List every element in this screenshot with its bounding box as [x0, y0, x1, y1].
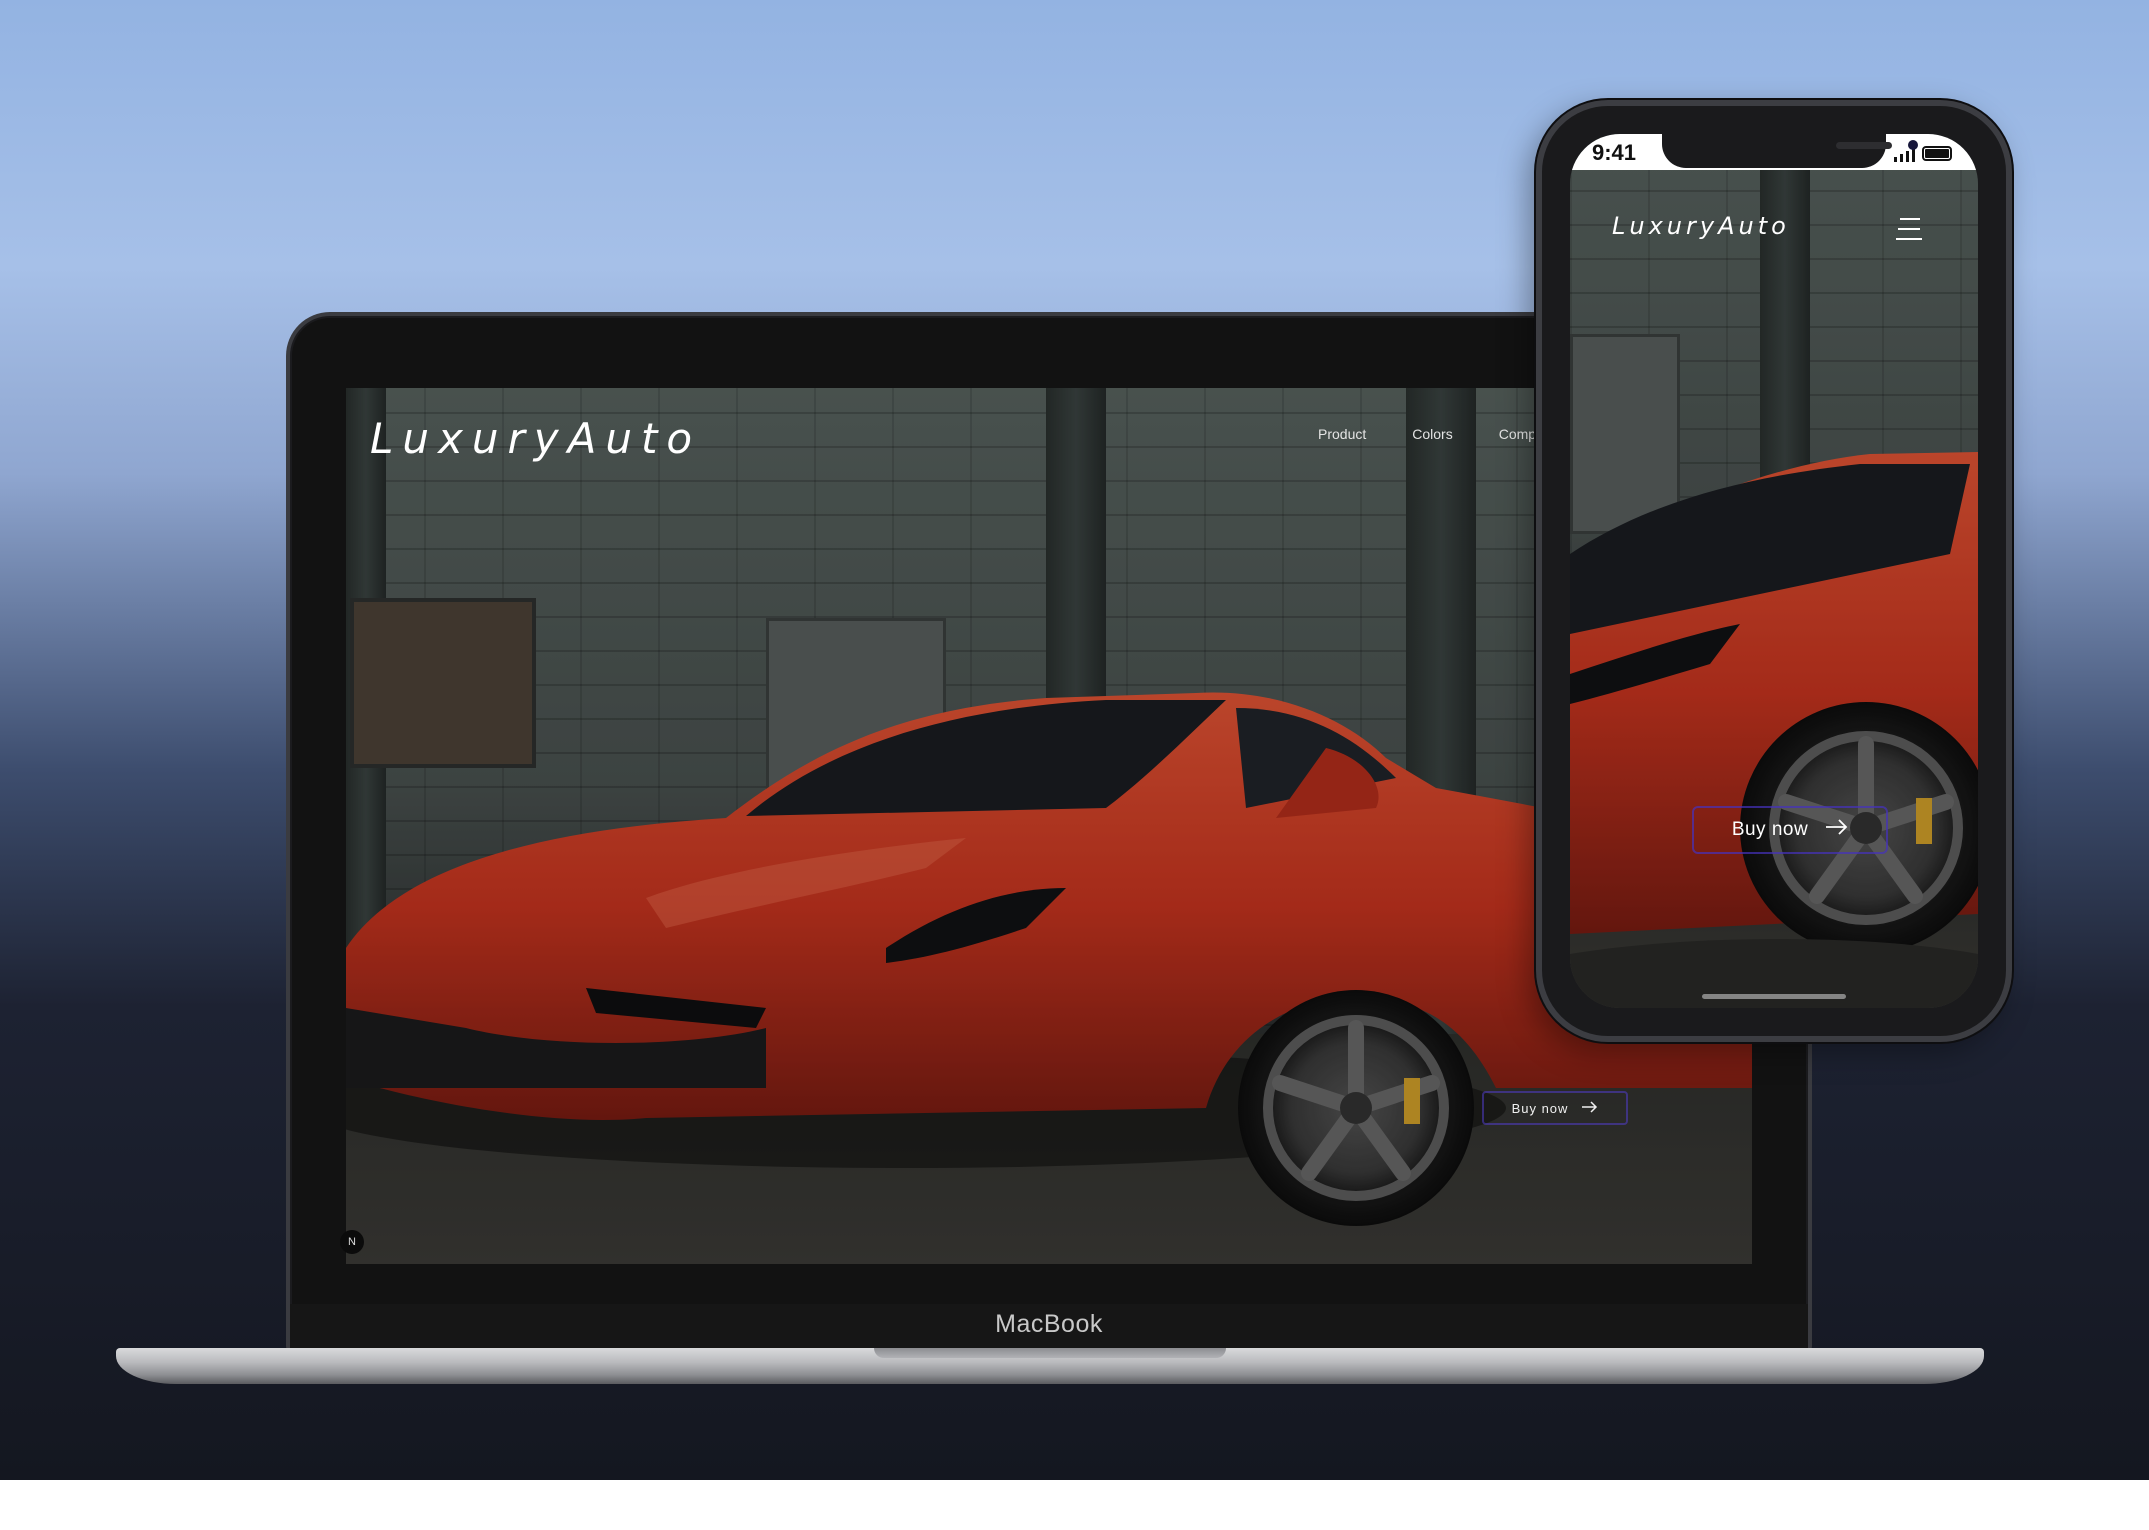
phone-notch — [1662, 134, 1918, 168]
buy-now-label: Buy now — [1731, 819, 1809, 840]
buy-now-label: Buy now — [1511, 1100, 1569, 1116]
hamburger-menu-icon[interactable] — [1896, 216, 1922, 242]
phone-screen: 9:41 LuxuryAuto Buy now — [1570, 134, 1978, 1008]
home-indicator[interactable] — [1702, 994, 1846, 999]
laptop-hinge-notch — [874, 1348, 1226, 1358]
speaker-grille — [1836, 142, 1892, 149]
phone-hero-image — [1570, 134, 1978, 1008]
arrow-right-icon — [1582, 1100, 1598, 1116]
nav-item-product[interactable]: Product — [1318, 426, 1366, 442]
laptop-buy-now-button[interactable]: Buy now — [1482, 1091, 1628, 1125]
battery-icon — [1922, 146, 1952, 161]
laptop-site-nav: Product Colors Compan — [1318, 426, 1552, 442]
arrow-right-icon — [1826, 819, 1848, 841]
front-camera — [1908, 140, 1918, 150]
laptop-site-logo[interactable]: LuxuryAuto — [370, 414, 701, 463]
nav-item-colors[interactable]: Colors — [1412, 426, 1452, 442]
corner-badge[interactable]: N — [340, 1230, 364, 1254]
phone-site-logo[interactable]: LuxuryAuto — [1612, 212, 1790, 240]
phone-buy-now-button[interactable]: Buy now — [1692, 806, 1888, 854]
status-time: 9:41 — [1592, 140, 1637, 165]
macbook-label: MacBook — [995, 1310, 1103, 1338]
